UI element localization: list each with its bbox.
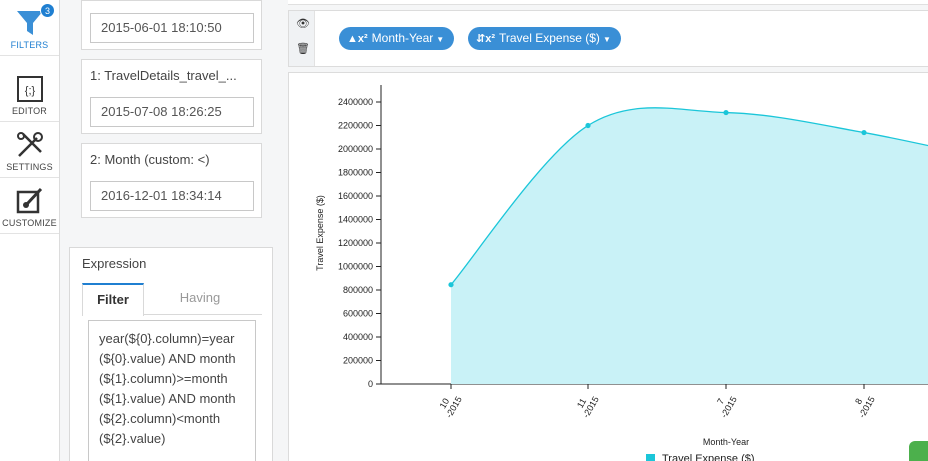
chevron-down-icon: ▼ xyxy=(436,35,445,44)
rail-customize-label: CUSTOMIZE xyxy=(2,218,57,228)
y-tick-label: 2400000 xyxy=(338,97,373,107)
floating-action-button[interactable] xyxy=(909,441,928,461)
filter-0-date-input[interactable]: 2015-06-01 18:10:50 xyxy=(90,13,254,43)
y-tick-label: 200000 xyxy=(343,356,373,366)
y-tick-label: 400000 xyxy=(343,332,373,342)
tab-filter[interactable]: Filter xyxy=(82,283,144,316)
chart-container: 0 200000 400000 600000 800000 1000000 1200000 1… xyxy=(288,72,928,461)
code-braces-icon: {;} xyxy=(17,76,43,102)
y-tick-label: 1200000 xyxy=(338,238,373,248)
x-axis-pill-label: Month-Year xyxy=(371,31,434,45)
x-tick-label: 7-2015 xyxy=(710,390,739,420)
rail-settings-label: SETTINGS xyxy=(6,162,53,172)
filter-card-1: 1: TravelDetails_travel_... 2015-07-08 1… xyxy=(81,59,262,134)
filter-2-title: 2: Month (custom: <) xyxy=(90,152,210,167)
x-axis-pill[interactable]: ▲x² Month-Year ▼ xyxy=(339,27,455,50)
svg-text:{;}: {;} xyxy=(25,85,36,97)
data-point xyxy=(723,109,729,116)
x-axis-label: Month-Year xyxy=(703,437,749,447)
y-tick-label: 1800000 xyxy=(338,168,373,178)
x-tick-label: 8-2015 xyxy=(848,390,877,420)
series-area xyxy=(451,107,928,384)
y-tick-label: 2000000 xyxy=(338,144,373,154)
rail-customize[interactable]: CUSTOMIZE xyxy=(0,178,59,234)
filter-card-0: 2015-06-01 18:10:50 xyxy=(81,0,262,50)
expression-textarea[interactable]: year(${0}.column)=year(${0}.value) AND m… xyxy=(88,320,256,461)
expression-panel: Expression Filter Having year(${0}.colum… xyxy=(69,247,273,461)
data-point xyxy=(585,122,591,129)
app-root: 3 FILTERS {;} EDITOR SETTINGS CUSTOMIZE … xyxy=(0,0,928,461)
filter-panel: 2015-06-01 18:10:50 1: TravelDetails_tra… xyxy=(69,0,274,461)
y-axis-pill-label: Travel Expense ($) xyxy=(499,31,600,45)
top-strip xyxy=(288,0,928,5)
tool-column: 👁 🗑 xyxy=(289,11,315,66)
y-tick-label: 1000000 xyxy=(338,262,373,272)
y-axis-pill[interactable]: ⇵x² Travel Expense ($) ▼ xyxy=(468,27,621,50)
filter-1-date-input[interactable]: 2015-07-08 18:26:25 xyxy=(90,97,254,127)
chevron-down-icon: ▼ xyxy=(602,35,611,44)
y-tick-label: 1600000 xyxy=(338,191,373,201)
rail-editor[interactable]: {;} EDITOR xyxy=(0,66,59,122)
data-point xyxy=(448,282,454,288)
edit-paint-icon xyxy=(16,187,43,214)
y-tick-label: 1400000 xyxy=(338,215,373,225)
trash-icon[interactable]: 🗑 xyxy=(296,42,310,55)
left-rail: 3 FILTERS {;} EDITOR SETTINGS CUSTOMIZE xyxy=(0,0,60,461)
area-chart: 0 200000 400000 600000 800000 1000000 1200000 1… xyxy=(315,85,928,461)
rail-editor-label: EDITOR xyxy=(11,106,48,116)
data-point xyxy=(861,129,867,136)
rail-filters[interactable]: 3 FILTERS xyxy=(0,0,59,56)
eye-icon[interactable]: 👁 xyxy=(296,17,310,30)
sort-icon: ⇵x² xyxy=(476,33,495,45)
chart-toolbar: 👁 🗑 ▲x² Month-Year ▼ ⇵x² Travel Expense ($)… xyxy=(288,10,928,67)
y-tick-label: 800000 xyxy=(343,285,373,295)
y-tick-label: 0 xyxy=(368,379,373,389)
expression-tabs: Filter Having xyxy=(82,283,262,316)
y-axis-label: Travel Expense ($) xyxy=(315,195,325,271)
filter-1-title: 1: TravelDetails_travel_... xyxy=(90,68,237,83)
y-tick-label: 2200000 xyxy=(338,121,373,131)
tab-having[interactable]: Having xyxy=(158,283,242,315)
sort-asc-icon: ▲x² xyxy=(347,33,368,45)
x-tick-label: 10-2015 xyxy=(435,390,464,420)
legend-swatch xyxy=(646,454,655,461)
y-tick-label: 600000 xyxy=(343,309,373,319)
rail-filters-label: FILTERS xyxy=(10,40,49,50)
filter-2-date-input[interactable]: 2016-12-01 18:34:14 xyxy=(90,181,254,211)
legend-label: Travel Expense ($) xyxy=(662,453,755,461)
filter-card-2: 2: Month (custom: <) 2016-12-01 18:34:14 xyxy=(81,143,262,218)
rail-settings[interactable]: SETTINGS xyxy=(0,122,59,178)
expression-title: Expression xyxy=(82,256,147,271)
filter-count-badge: 3 xyxy=(40,3,55,18)
x-tick-label: 11-2015 xyxy=(572,390,601,420)
tools-icon xyxy=(17,132,43,157)
